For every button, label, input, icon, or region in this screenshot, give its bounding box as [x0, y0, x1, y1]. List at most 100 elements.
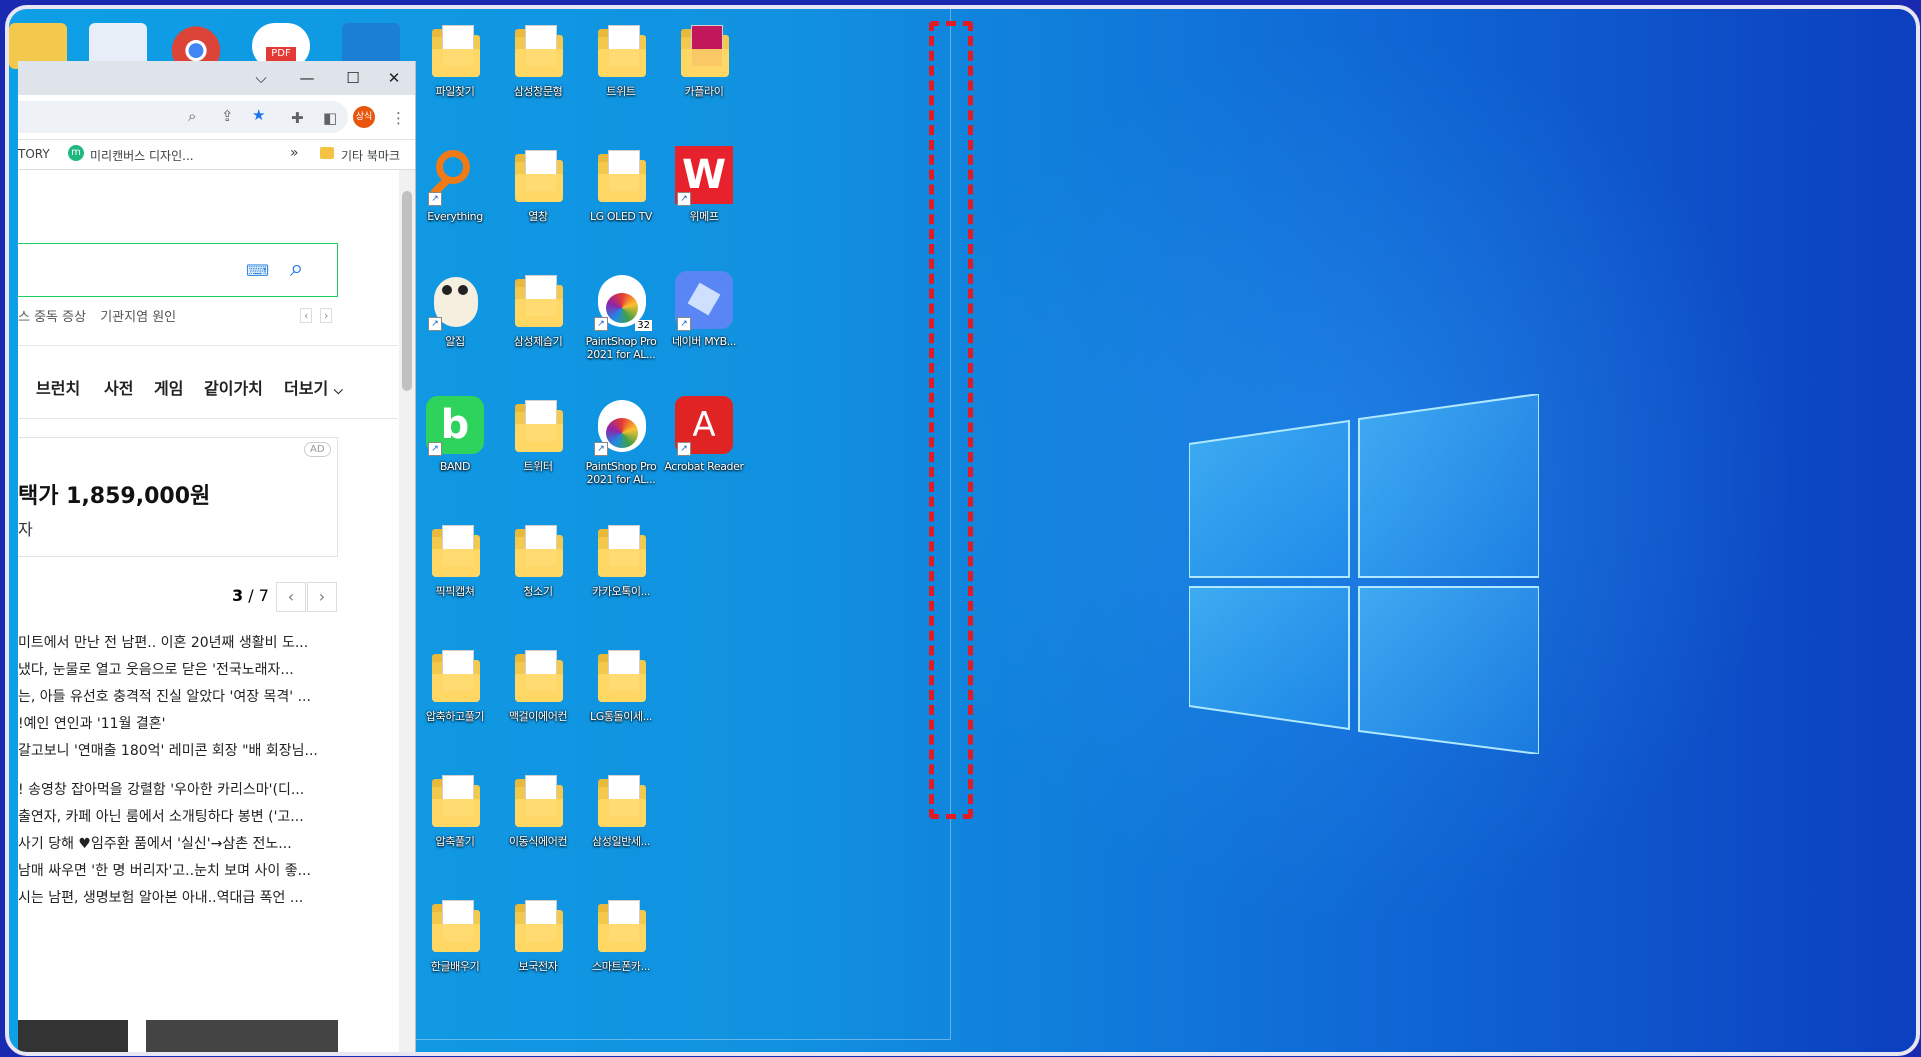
desktop-icon[interactable]: ↗ PaintShop Pro 2021 for AL...: [580, 396, 662, 486]
ad-banner[interactable]: AD 택가 1,859,000원 자: [18, 437, 338, 557]
news-thumbnail-2[interactable]: [146, 1020, 338, 1052]
desktop-icon[interactable]: 삼성일반세...: [580, 771, 662, 848]
desktop-icon[interactable]: ↗ 네이버 MYB...: [663, 271, 745, 348]
trending-prev-button[interactable]: ‹: [300, 308, 313, 323]
trending-next-button[interactable]: ›: [320, 308, 333, 323]
desktop-icon-label: 삼성일반세...: [592, 835, 650, 848]
folder-icon: [592, 771, 650, 831]
bookmark-item-miricanvas[interactable]: 미리캔버스 디자인...: [90, 147, 194, 164]
keyboard-icon[interactable]: ⌨: [246, 261, 269, 280]
extensions-icon[interactable]: ✚: [291, 109, 304, 127]
nav-more-label: 더보기: [284, 379, 329, 398]
desktop-icon[interactable]: W ↗ 위메프: [663, 146, 745, 223]
desktop-icon[interactable]: 보국전자: [497, 896, 579, 973]
news-headline[interactable]: ! 송영창 잡아먹을 강렬함 '우아한 카리스마'(디...: [18, 779, 348, 799]
desktop-icon[interactable]: 압축풀기: [414, 771, 496, 848]
desktop-icon-label: PaintShop Pro 2021 for AL...: [585, 335, 657, 361]
desktop-icon[interactable]: 픽픽캡쳐: [414, 521, 496, 598]
desktop-icon[interactable]: LG OLED TV: [580, 146, 662, 223]
desktop-icon[interactable]: 32 ↗ PaintShop Pro 2021 for AL...: [580, 271, 662, 361]
bookmark-other-folder[interactable]: 기타 북마크: [341, 147, 400, 164]
desktop-icon[interactable]: LG통돌이세...: [580, 646, 662, 723]
news-headline[interactable]: 갈고보니 '연매출 180억' 레미콘 회장 "배 회장님...: [18, 740, 348, 760]
folder-icon: [426, 521, 484, 581]
nav-tab-together[interactable]: 같이가치: [204, 375, 263, 399]
news-headline[interactable]: 시는 남편, 생명보험 알아본 아내..역대급 폭언 ...: [18, 887, 348, 907]
desktop-icon-label: 알집: [445, 335, 465, 348]
desktop-icon-label: Acrobat Reader: [664, 460, 744, 473]
news-headline[interactable]: 사기 당해 ♥임주환 품에서 '실신'→삼촌 전노...: [18, 833, 348, 853]
tab-search-button[interactable]: ⌵: [238, 61, 284, 95]
desktop-icon[interactable]: 파일찾기: [414, 21, 496, 98]
chevron-right-icon: ›: [318, 587, 326, 606]
maximize-button[interactable]: ☐: [330, 61, 376, 95]
desktop-icon[interactable]: 한글배우기: [414, 896, 496, 973]
side-panel-icon[interactable]: ◧: [323, 109, 337, 127]
desktop-icon[interactable]: 삼성창문형: [497, 21, 579, 98]
browser-titlebar[interactable]: ⌵ — ☐ ✕: [18, 61, 415, 95]
nav-tab-more[interactable]: 더보기 ⌵: [284, 375, 343, 399]
news-headline[interactable]: !예인 연인과 '11월 결혼': [18, 713, 348, 733]
search-icon[interactable]: ⌕: [290, 254, 303, 282]
desktop-icon-label: 청소기: [523, 585, 553, 598]
desktop-icon-label: 보국전자: [518, 960, 558, 973]
close-button[interactable]: ✕: [371, 61, 415, 95]
desktop-icon[interactable]: 트위터: [497, 396, 579, 473]
desktop-icon[interactable]: 카플라이: [663, 21, 745, 98]
desktop-icon[interactable]: A ↗ Acrobat Reader: [663, 396, 745, 473]
nav-tab-game[interactable]: 게임: [154, 375, 183, 399]
news-headline[interactable]: 냈다, 눈물로 열고 웃음으로 닫은 '전국노래자...: [18, 659, 348, 679]
share-icon[interactable]: ⇪: [221, 107, 234, 125]
minimize-button[interactable]: —: [284, 61, 330, 95]
desktop-icon[interactable]: ↗ Everything: [414, 146, 496, 223]
profile-avatar[interactable]: 상식: [353, 106, 375, 128]
scrollbar-thumb[interactable]: [402, 191, 412, 391]
zoom-icon[interactable]: ⌕: [188, 107, 196, 125]
trending-keyword-2[interactable]: 기관지염 원인: [100, 310, 176, 325]
desktop-icon[interactable]: 트위트: [580, 21, 662, 98]
naver-myb-icon: ↗: [675, 271, 733, 331]
news-thumbnail-1[interactable]: [18, 1020, 128, 1052]
desktop-icon[interactable]: 청소기: [497, 521, 579, 598]
desktop-icon-label: PaintShop Pro 2021 for AL...: [585, 460, 657, 486]
paintshop-icon: 32 ↗: [592, 271, 652, 331]
news-next-button[interactable]: ›: [307, 582, 337, 612]
chevron-down-icon: ⌵: [255, 69, 267, 87]
desktop-icon[interactable]: 스마트폰카...: [580, 896, 662, 973]
desktop-icon[interactable]: 맥걸이에어컨: [497, 646, 579, 723]
miricanvas-icon: m: [68, 145, 84, 161]
news-prev-button[interactable]: ‹: [276, 582, 306, 612]
news-headline[interactable]: 출연자, 카페 아닌 룸에서 소개팅하다 봉변 ('고...: [18, 806, 348, 826]
desktop-icon[interactable]: 이동식에어컨: [497, 771, 579, 848]
naver-search-input[interactable]: ⌨ ⌕: [18, 243, 338, 297]
desktop-icon-label: 이동식에어컨: [508, 835, 568, 848]
desktop-icon[interactable]: ↗ 알집: [414, 271, 496, 348]
ad-badge: AD: [304, 442, 331, 457]
news-headline[interactable]: 남매 싸우면 '한 명 버리자'고..눈치 보며 사이 좋...: [18, 860, 348, 880]
more-menu-icon[interactable]: ⋮: [391, 109, 406, 127]
desktop-icon[interactable]: 카카오톡이...: [580, 521, 662, 598]
desktop-icon[interactable]: b ↗ BAND: [414, 396, 496, 473]
nav-tab-brunch[interactable]: 브런치: [36, 375, 80, 399]
browser-window[interactable]: ⌵ — ☐ ✕ ⌕ ⇪ ★ ✚ ◧ 상식 ⋮ TORY m 미리캔버스 디자인.…: [18, 61, 416, 1052]
folder-icon: [592, 896, 650, 956]
news-headline[interactable]: 미트에서 만난 전 남편.. 이혼 20년째 생활비 도...: [18, 632, 348, 652]
bookmark-star-icon[interactable]: ★: [252, 106, 265, 124]
bookmark-item-tory[interactable]: TORY: [18, 147, 50, 161]
desktop-icon-label: BAND: [439, 460, 471, 473]
folder-icon: [592, 521, 650, 581]
folder-icon: [426, 646, 484, 706]
desktop-icon[interactable]: 열창: [497, 146, 579, 223]
trending-keyword-1[interactable]: 스 중독 증상: [18, 310, 86, 325]
folder-icon: [592, 646, 650, 706]
folder-icon: [592, 21, 650, 81]
desktop-icon[interactable]: 삼성제습기: [497, 271, 579, 348]
nav-tab-dictionary[interactable]: 사전: [104, 375, 133, 399]
folder-icon: [509, 21, 567, 81]
folder-icon: [509, 771, 567, 831]
desktop-icon-label: 트위터: [523, 460, 553, 473]
divider: [18, 418, 398, 419]
bookmarks-overflow-button[interactable]: »: [290, 145, 299, 161]
desktop-icon[interactable]: 압축하고풀기: [414, 646, 496, 723]
news-headline[interactable]: 는, 아들 유선호 충격적 진실 알았다 '여장 목격' ...: [18, 686, 348, 706]
